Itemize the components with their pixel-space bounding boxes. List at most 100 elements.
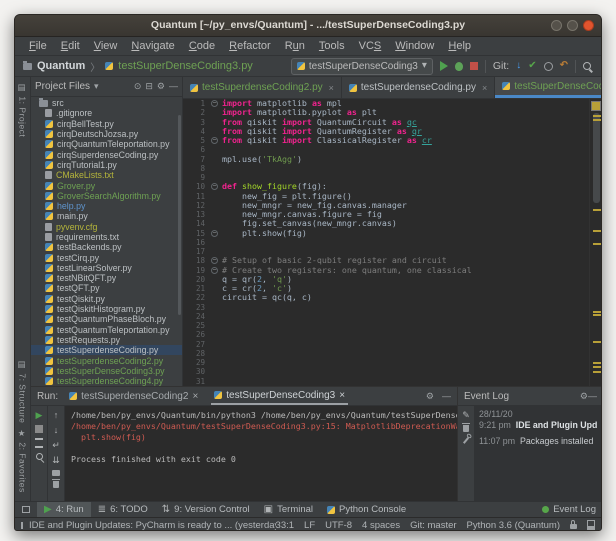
close-tab-icon[interactable]: × (329, 83, 334, 93)
clear-icon[interactable] (52, 479, 60, 488)
menu-item-refactor[interactable]: Refactor (223, 39, 277, 53)
tree-item[interactable]: testSuperDenseCoding3.py (31, 366, 182, 376)
hide-panel-icon[interactable]: — (442, 391, 451, 401)
menu-item-help[interactable]: Help (442, 39, 477, 53)
menu-item-run[interactable]: Run (279, 39, 311, 53)
tree-item[interactable]: src (31, 97, 182, 108)
tree-item[interactable]: Grover.py (31, 180, 182, 191)
warning-mark[interactable] (593, 115, 601, 117)
editor-tab[interactable]: testSuperdenseCoding.py × (342, 77, 496, 98)
hide-panel-icon[interactable]: — (169, 82, 178, 91)
tree-item[interactable]: testSuperdenseCoding4.py (31, 376, 182, 386)
event-log-content[interactable]: 28/11/20 9:21 pm IDE and Plugin Upd 11:07 … (475, 406, 601, 501)
menu-item-navigate[interactable]: Navigate (125, 39, 180, 53)
debug-button[interactable] (454, 61, 463, 71)
tree-item[interactable]: cirqSuperdenseCoding.py (31, 149, 182, 160)
menu-item-file[interactable]: File (23, 39, 53, 53)
warning-mark[interactable] (593, 209, 601, 211)
tree-item[interactable]: testSuperdenseCoding.py (31, 345, 182, 356)
error-stripe[interactable] (589, 99, 601, 386)
toolwindow-button-python-console[interactable]: Python Console (320, 502, 413, 517)
stop-icon[interactable] (35, 425, 43, 433)
mark-read-icon[interactable]: ✎ (462, 410, 470, 420)
warning-mark[interactable] (593, 243, 601, 245)
settings-gear-icon[interactable]: ⚙ (157, 82, 165, 91)
toolwindow-button-terminal[interactable]: ▣ Terminal (257, 502, 320, 517)
toolwindow-button-4-run[interactable]: ▶ 4: Run (37, 502, 91, 517)
project-view-select[interactable]: Project Files (35, 81, 90, 92)
status-item-4-spaces[interactable]: 4 spaces (362, 520, 400, 531)
fold-marker-icon[interactable]: − (211, 229, 218, 237)
code-area[interactable]: import matplotlib as mpl import matplotli… (222, 99, 590, 386)
event-log-entry[interactable]: 9:21 pm IDE and Plugin Upd (479, 420, 599, 430)
menu-item-view[interactable]: View (88, 39, 124, 53)
warning-mark[interactable] (593, 366, 601, 368)
git-commit-icon[interactable]: ✔ (528, 61, 536, 71)
tree-item[interactable]: testQiskitHistogram.py (31, 304, 182, 314)
fold-marker-icon[interactable]: − (211, 257, 218, 265)
tree-item[interactable]: cirqBellTest.py (31, 119, 182, 129)
locate-file-icon[interactable]: ⊙ (134, 82, 142, 91)
status-item-33-1[interactable]: 33:1 (276, 520, 295, 531)
toolwindow-button-9-version-control[interactable]: ⇅ 9: Version Control (155, 502, 257, 517)
warning-mark[interactable] (593, 362, 601, 364)
print-icon[interactable] (52, 470, 60, 476)
breadcrumb-file[interactable]: testSuperDenseCoding3.py (118, 60, 253, 72)
tree-item[interactable]: testCirq.py (31, 252, 182, 263)
fold-marker-icon[interactable]: − (211, 137, 218, 145)
down-icon[interactable]: ↓ (54, 425, 59, 435)
warning-mark[interactable] (593, 314, 601, 316)
pin-icon[interactable] (35, 453, 43, 460)
tree-item[interactable]: pyvenv.cfg (31, 222, 182, 232)
warning-mark[interactable] (593, 341, 601, 343)
event-log-entry[interactable]: 11:07 pm Packages installed (479, 436, 599, 446)
toolwindow-switcher-icon[interactable] (15, 502, 37, 517)
history-icon[interactable] (543, 61, 553, 71)
close-tab-icon[interactable]: × (339, 390, 345, 401)
scroll-to-end-icon[interactable]: ⇊ (52, 455, 60, 465)
memory-indicator-icon[interactable] (587, 520, 595, 530)
tree-item[interactable]: cirqDeutschJozsa.py (31, 129, 182, 139)
tree-item[interactable]: cirqTutorial1.py (31, 160, 182, 170)
stop-button[interactable] (469, 62, 478, 70)
menu-item-vcs[interactable]: VCS (353, 39, 388, 53)
sidebar-item-project[interactable]: ▤ 1: Project (18, 83, 28, 137)
warning-mark[interactable] (593, 119, 601, 121)
run-tab[interactable]: testSuperdenseCoding2 × (66, 387, 201, 405)
run-console-output[interactable]: /home/ben/py_envs/Quantum/bin/python3 /h… (65, 406, 457, 501)
tree-item[interactable]: testQuantumPhaseBloch.py (31, 314, 182, 324)
warning-mark[interactable] (593, 311, 601, 313)
fold-marker-icon[interactable]: − (211, 183, 218, 191)
tree-item[interactable]: testRequests.py (31, 335, 182, 345)
tree-item[interactable]: testSuperdenseCoding2.py (31, 355, 182, 366)
tree-item[interactable]: testQuantumTeleportation.py (31, 325, 182, 335)
editor-scrollbar[interactable] (593, 113, 600, 203)
tree-item[interactable]: testBackends.py (31, 242, 182, 252)
title-bar[interactable]: Quantum [~/py_envs/Quantum] - .../testSu… (15, 15, 601, 37)
sidebar-item-favorites[interactable]: ★ 2: Favorites (18, 429, 28, 493)
layout-icon[interactable] (35, 438, 43, 448)
settings-gear-icon[interactable]: ⚙ (580, 391, 588, 401)
status-item-lf[interactable]: LF (304, 520, 315, 531)
editor-tab[interactable]: testSuperdenseCoding2.py × (183, 77, 342, 98)
tree-scrollbar[interactable] (178, 115, 181, 315)
collapse-all-icon[interactable]: ⊟ (145, 82, 153, 91)
close-tab-icon[interactable]: × (482, 83, 487, 93)
status-item-git-master[interactable]: Git: master (410, 520, 456, 531)
toolwindow-button-6-todo[interactable]: ≣ 6: TODO (91, 502, 155, 517)
status-item-python-3-6-quantum-[interactable]: Python 3.6 (Quantum) (467, 520, 560, 531)
menu-item-window[interactable]: Window (389, 39, 440, 53)
status-message[interactable]: IDE and Plugin Updates: PyCharm is ready… (15, 520, 276, 530)
run-tab[interactable]: testSuperDenseCoding3 × (211, 387, 349, 405)
menu-item-code[interactable]: Code (183, 39, 221, 53)
settings-gear-icon[interactable]: ⚙ (426, 391, 434, 401)
tree-item[interactable]: help.py (31, 201, 182, 211)
chevron-down-icon[interactable]: ▾ (94, 82, 99, 91)
tree-item[interactable]: .gitignore (31, 108, 182, 118)
file-warning-indicator[interactable] (591, 101, 601, 111)
menu-item-edit[interactable]: Edit (55, 39, 86, 53)
clear-icon[interactable] (462, 423, 470, 432)
lock-icon[interactable] (570, 520, 577, 529)
breadcrumb-project[interactable]: Quantum (37, 60, 85, 72)
menu-item-tools[interactable]: Tools (313, 39, 351, 53)
